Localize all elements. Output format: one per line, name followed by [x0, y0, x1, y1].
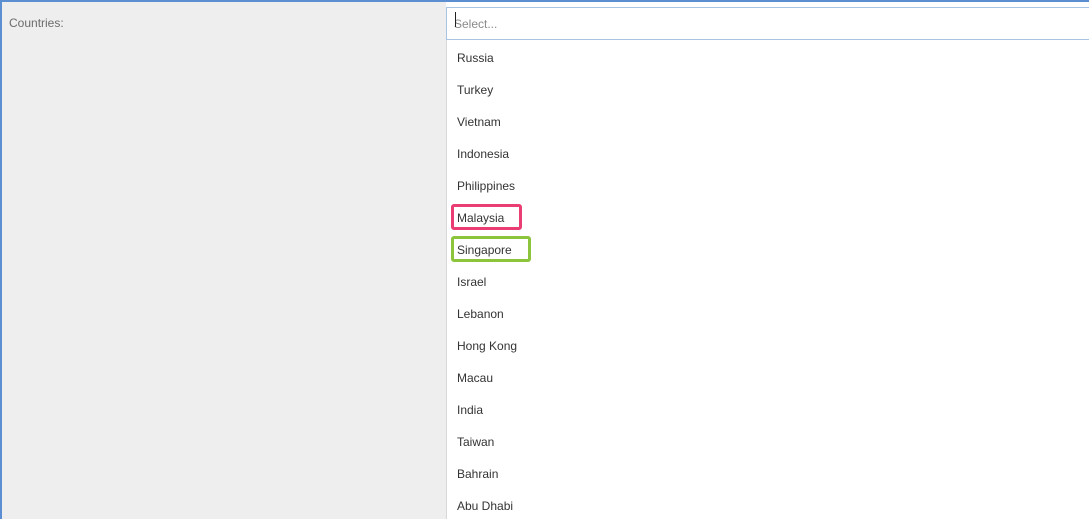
countries-label: Countries:	[9, 16, 64, 30]
option-label: India	[457, 403, 484, 417]
dropdown-option-singapore[interactable]: Singapore	[447, 234, 1089, 266]
text-caret	[455, 12, 456, 27]
option-label: Bahrain	[457, 467, 499, 481]
option-label: Lebanon	[457, 307, 504, 321]
option-label: Philippines	[457, 179, 516, 193]
option-label: Turkey	[457, 83, 494, 97]
option-label: Macau	[457, 371, 494, 385]
dropdown-option-abu-dhabi[interactable]: Abu Dhabi	[447, 490, 1089, 522]
dropdown-option-russia[interactable]: Russia	[447, 42, 1089, 74]
dropdown-option-malaysia[interactable]: Malaysia	[447, 202, 1089, 234]
dropdown-option-indonesia[interactable]: Indonesia	[447, 138, 1089, 170]
option-label: Singapore	[457, 243, 512, 257]
label-column: Countries:	[2, 2, 446, 519]
option-label: Israel	[457, 275, 487, 289]
option-label: Abu Dhabi	[457, 499, 514, 513]
option-label: Vietnam	[457, 115, 501, 129]
dropdown-option-india[interactable]: India	[447, 394, 1089, 426]
dropdown-option-bahrain[interactable]: Bahrain	[447, 458, 1089, 490]
dropdown-option-vietnam[interactable]: Vietnam	[447, 106, 1089, 138]
option-label: Russia	[457, 51, 494, 65]
countries-select[interactable]	[446, 7, 1089, 40]
dropdown-option-macau[interactable]: Macau	[447, 362, 1089, 394]
option-label: Hong Kong	[457, 339, 518, 353]
dropdown-option-turkey[interactable]: Turkey	[447, 74, 1089, 106]
dropdown-option-philippines[interactable]: Philippines	[447, 170, 1089, 202]
option-label: Indonesia	[457, 147, 510, 161]
dropdown-option-taiwan[interactable]: Taiwan	[447, 426, 1089, 458]
countries-search-input[interactable]	[454, 15, 1054, 33]
option-label: Malaysia	[457, 211, 505, 225]
option-label: Taiwan	[457, 435, 495, 449]
dropdown-option-lebanon[interactable]: Lebanon	[447, 298, 1089, 330]
countries-dropdown-list[interactable]: Russia Turkey Vietnam Indonesia Philippi…	[446, 40, 1089, 519]
dropdown-option-hong-kong[interactable]: Hong Kong	[447, 330, 1089, 362]
dropdown-option-israel[interactable]: Israel	[447, 266, 1089, 298]
